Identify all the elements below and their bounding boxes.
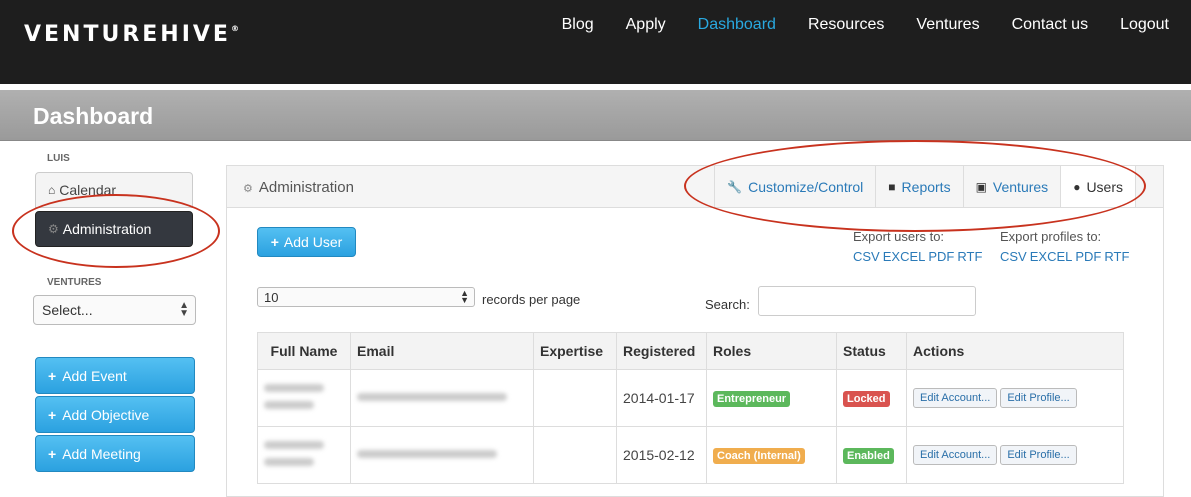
plus-icon: +: [270, 234, 279, 250]
search-input[interactable]: [758, 286, 976, 316]
expertise-cell: [533, 426, 617, 484]
add-event-button[interactable]: + Add Event: [35, 357, 195, 394]
export-profiles-csv[interactable]: CSV: [1000, 249, 1027, 264]
registered-cell: 2014-01-17: [616, 369, 707, 427]
export-profiles: Export profiles to: CSV EXCEL PDF RTF: [1000, 229, 1130, 264]
nav-resources[interactable]: Resources: [808, 16, 884, 34]
edit-profile-button[interactable]: Edit Profile...: [1000, 388, 1077, 408]
column-header[interactable]: Email: [350, 332, 534, 370]
export-users-pdf[interactable]: PDF: [928, 249, 954, 264]
tab-ventures[interactable]: ▣ Ventures: [962, 166, 1061, 207]
email-cell: [350, 426, 534, 484]
plus-icon: +: [48, 406, 57, 423]
admin-tabs: 🔧 Customize/Control ■ Reports ▣ Ventures ● U…: [714, 166, 1136, 207]
actions-cell: Edit Account... Edit Profile...: [906, 426, 1124, 484]
panel-header: ⚙ Administration 🔧 Customize/Control ■ Repo…: [227, 166, 1163, 208]
role-badge: Coach (Internal): [713, 448, 805, 464]
roles-cell: Entrepreneur: [706, 369, 837, 427]
edit-profile-button[interactable]: Edit Profile...: [1000, 445, 1077, 465]
export-users-excel[interactable]: EXCEL: [883, 249, 926, 264]
administration-panel: ⚙ Administration 🔧 Customize/Control ■ Repo…: [226, 165, 1164, 497]
nav-apply[interactable]: Apply: [626, 16, 666, 34]
page-banner: Dashboard: [0, 90, 1191, 141]
plus-icon: +: [48, 445, 57, 462]
full-name-cell: [257, 369, 351, 427]
plus-icon: +: [48, 367, 57, 384]
sidebar-item-administration[interactable]: ⚙ Administration: [35, 211, 193, 247]
column-header[interactable]: Status: [836, 332, 907, 370]
table-header-row: Full Name Email Expertise Registered Rol…: [257, 332, 1124, 370]
edit-account-button[interactable]: Edit Account...: [913, 388, 998, 408]
user-icon: ●: [1073, 179, 1081, 194]
add-objective-button[interactable]: + Add Objective: [35, 396, 195, 433]
add-user-button[interactable]: + Add User: [257, 227, 356, 257]
search-label: Search:: [705, 297, 750, 312]
edit-account-button[interactable]: Edit Account...: [913, 445, 998, 465]
records-per-page-label: records per page: [482, 292, 581, 307]
email-cell: [350, 369, 534, 427]
nav-ventures[interactable]: Ventures: [916, 16, 979, 34]
nav-contact-us[interactable]: Contact us: [1012, 16, 1088, 34]
wrench-icon: 🔧: [727, 179, 743, 194]
briefcase-icon: ▣: [975, 179, 987, 194]
tab-reports[interactable]: ■ Reports: [875, 166, 962, 207]
export-users-csv[interactable]: CSV: [853, 249, 880, 264]
actions-cell: Edit Account... Edit Profile...: [906, 369, 1124, 427]
sidebar-item-calendar[interactable]: ⌂ Calendar: [35, 172, 193, 208]
export-profiles-rtf[interactable]: RTF: [1104, 249, 1129, 264]
table-row: 2015-02-12 Coach (Internal) Enabled Edit…: [257, 426, 1124, 484]
export-profiles-pdf[interactable]: PDF: [1075, 249, 1101, 264]
status-badge: Locked: [843, 391, 890, 407]
full-name-cell: [257, 426, 351, 484]
book-icon: ■: [888, 179, 896, 194]
tab-customize-control[interactable]: 🔧 Customize/Control: [714, 166, 875, 207]
sidebar-item-label: Calendar: [59, 182, 117, 198]
ventures-select[interactable]: Select... ▲ ▼: [33, 295, 196, 325]
main-nav: Blog Apply Dashboard Resources Ventures …: [562, 16, 1169, 34]
export-profiles-excel[interactable]: EXCEL: [1030, 249, 1073, 264]
status-cell: Enabled: [836, 426, 907, 484]
page-title: Dashboard: [33, 103, 154, 129]
nav-dashboard[interactable]: Dashboard: [698, 16, 776, 34]
records-per-page-select[interactable]: 10 ▲ ▼: [257, 287, 475, 307]
role-badge: Entrepreneur: [713, 391, 791, 407]
status-cell: Locked: [836, 369, 907, 427]
export-users-rtf[interactable]: RTF: [957, 249, 982, 264]
column-header[interactable]: Full Name: [257, 332, 351, 370]
table-row: 2014-01-17 Entrepreneur Locked Edit Acco…: [257, 369, 1124, 427]
sidebar-item-label: Administration: [62, 221, 152, 237]
add-meeting-button[interactable]: + Add Meeting: [35, 435, 195, 472]
export-users: Export users to: CSV EXCEL PDF RTF: [853, 229, 983, 264]
expertise-cell: [533, 369, 617, 427]
column-header[interactable]: Actions: [906, 332, 1124, 370]
column-header[interactable]: Registered: [616, 332, 707, 370]
roles-cell: Coach (Internal): [706, 426, 837, 484]
select-arrows-icon: ▲ ▼: [460, 288, 469, 305]
column-header[interactable]: Roles: [706, 332, 837, 370]
panel-title: ⚙ Administration: [243, 179, 354, 196]
registered-cell: 2015-02-12: [616, 426, 707, 484]
sidebar-user-label: LUIS: [47, 153, 70, 164]
status-badge: Enabled: [843, 448, 894, 464]
gear-icon: ⚙: [243, 183, 253, 195]
home-icon: ⌂: [48, 183, 56, 197]
select-arrows-icon: ▲ ▼: [179, 300, 189, 319]
top-navbar: VENTUREHIVE® Blog Apply Dashboard Resour…: [0, 0, 1191, 84]
logo[interactable]: VENTUREHIVE®: [24, 22, 239, 47]
users-table: Full Name Email Expertise Registered Rol…: [257, 332, 1124, 484]
nav-logout[interactable]: Logout: [1120, 16, 1169, 34]
tab-users[interactable]: ● Users: [1060, 166, 1136, 207]
column-header[interactable]: Expertise: [533, 332, 617, 370]
gear-icon: ⚙: [48, 222, 59, 236]
nav-blog[interactable]: Blog: [562, 16, 594, 34]
ventures-label: VENTURES: [47, 277, 102, 288]
